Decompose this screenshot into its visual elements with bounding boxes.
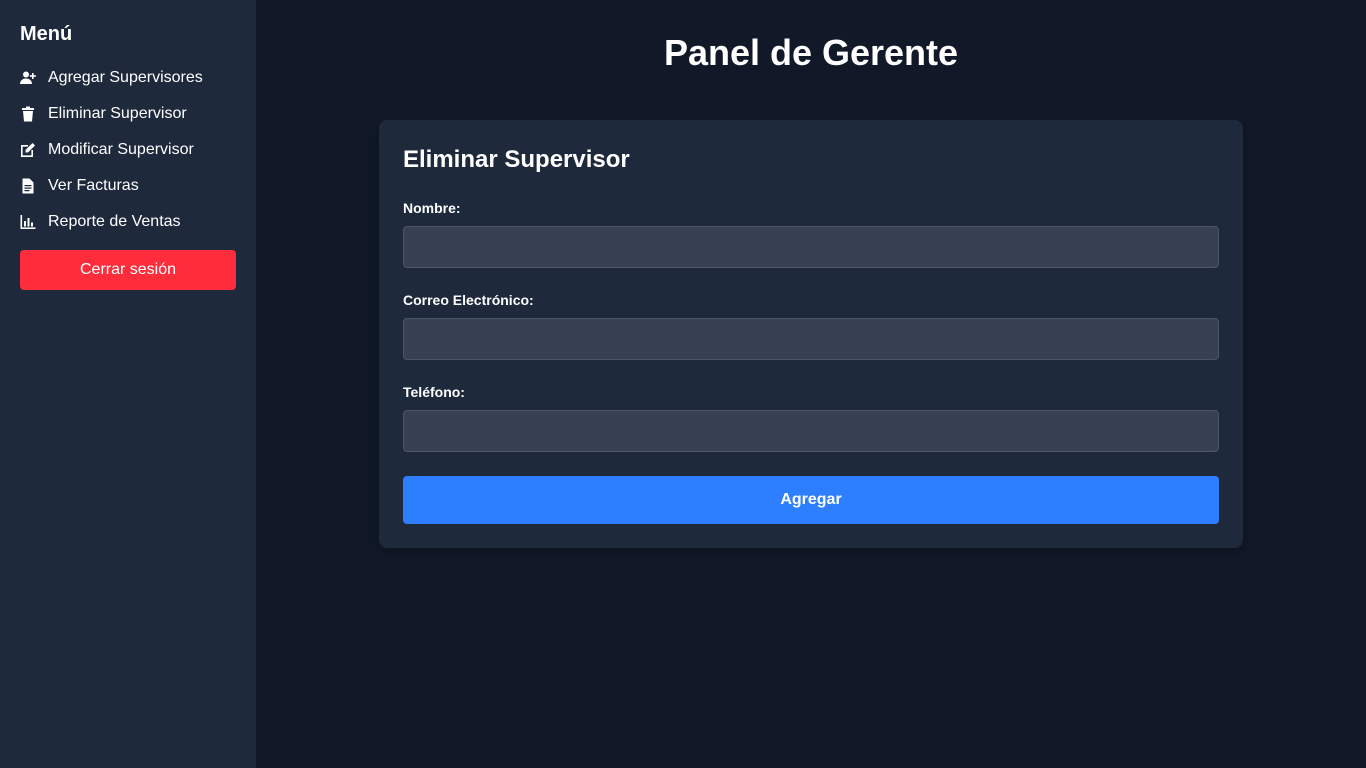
- field-correo: Correo Electrónico:: [403, 292, 1219, 360]
- sidebar-item-label: Eliminar Supervisor: [48, 105, 187, 122]
- field-nombre: Nombre:: [403, 200, 1219, 268]
- sidebar-item-eliminar-supervisor[interactable]: Eliminar Supervisor: [20, 96, 236, 132]
- sidebar-item-reporte-de-ventas[interactable]: Reporte de Ventas: [20, 204, 236, 240]
- sidebar: Menú Agregar Supervisores Eliminar Super…: [0, 0, 256, 768]
- form-title: Eliminar Supervisor: [403, 146, 630, 173]
- sidebar-item-label: Reporte de Ventas: [48, 213, 181, 230]
- sidebar-item-modificar-supervisor[interactable]: Modificar Supervisor: [20, 132, 236, 168]
- telefono-label: Teléfono:: [403, 384, 465, 400]
- app: Menú Agregar Supervisores Eliminar Super…: [0, 0, 1366, 768]
- sidebar-item-agregar-supervisores[interactable]: Agregar Supervisores: [20, 60, 236, 96]
- nombre-label: Nombre:: [403, 200, 461, 216]
- sidebar-item-label: Agregar Supervisores: [48, 69, 203, 86]
- submit-button[interactable]: Agregar: [403, 476, 1219, 524]
- correo-label: Correo Electrónico:: [403, 292, 534, 308]
- document-icon: [20, 178, 36, 194]
- logout-button[interactable]: Cerrar sesión: [20, 250, 236, 290]
- user-plus-icon: [20, 70, 36, 86]
- sidebar-item-label: Modificar Supervisor: [48, 141, 194, 158]
- main-content: Panel de Gerente Eliminar Supervisor Nom…: [256, 0, 1366, 768]
- sidebar-title: Menú: [20, 23, 73, 45]
- sidebar-item-label: Ver Facturas: [48, 177, 139, 194]
- field-telefono: Teléfono:: [403, 384, 1219, 452]
- nombre-input[interactable]: [403, 226, 1219, 268]
- telefono-input[interactable]: [403, 410, 1219, 452]
- bar-chart-icon: [20, 214, 36, 230]
- edit-icon: [20, 142, 36, 158]
- correo-input[interactable]: [403, 318, 1219, 360]
- form-card: Eliminar Supervisor Nombre: Correo Elect…: [379, 120, 1243, 548]
- page-title: Panel de Gerente: [663, 32, 959, 73]
- trash-icon: [20, 106, 36, 122]
- sidebar-menu: Agregar Supervisores Eliminar Supervisor…: [20, 60, 236, 240]
- sidebar-item-ver-facturas[interactable]: Ver Facturas: [20, 168, 236, 204]
